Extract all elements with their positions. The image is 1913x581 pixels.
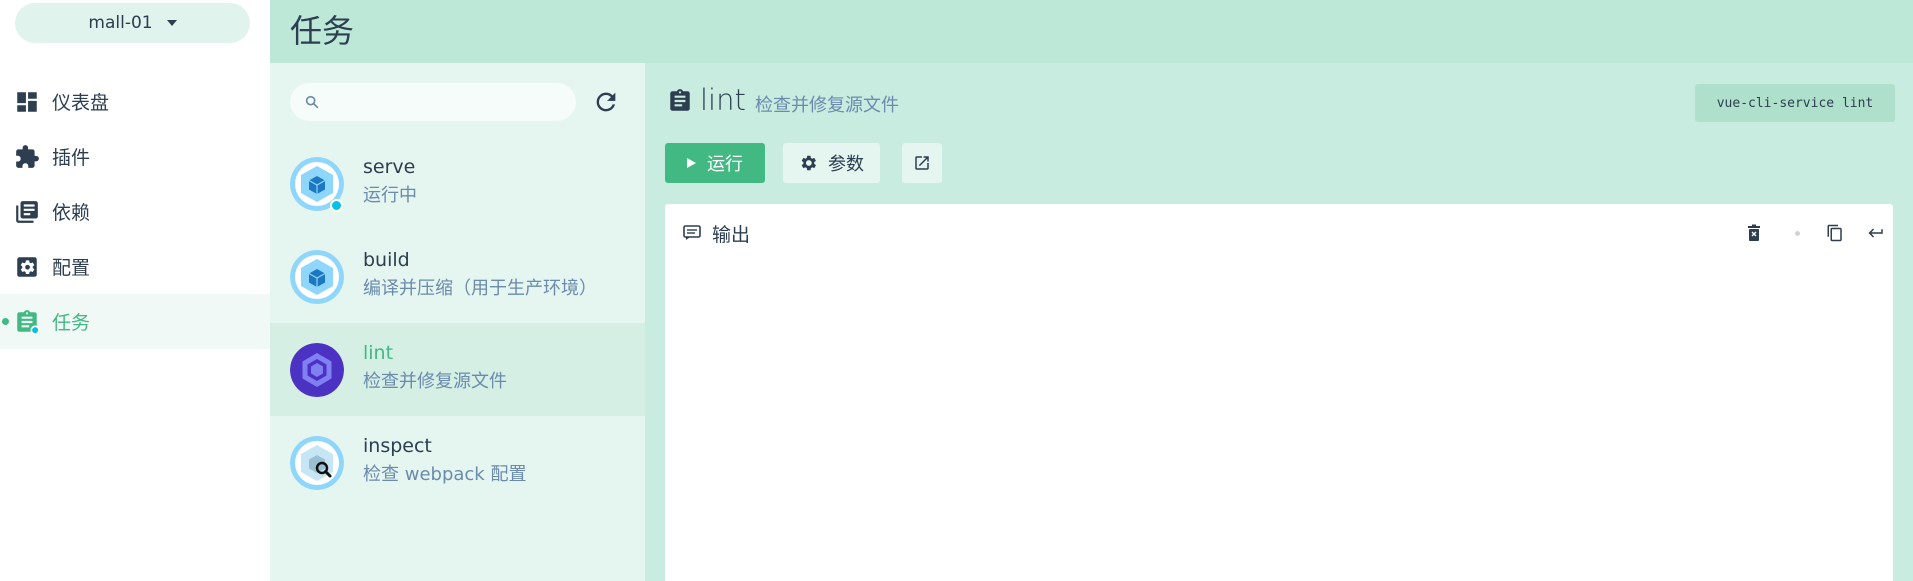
project-name: mall-01 xyxy=(88,13,153,33)
task-item-inspect[interactable]: inspect 检查 webpack 配置 xyxy=(270,416,645,509)
gear-icon xyxy=(801,155,816,171)
keyboard-return-icon xyxy=(1868,228,1883,238)
task-list-panel: serve 运行中 build 编译并压缩（用于生产环境） lint 检查并修复… xyxy=(270,63,645,581)
top-header: 任务 xyxy=(270,0,1913,63)
task-detail-panel: lint 检查并修复源文件 vue-cli-service lint 运行 参数… xyxy=(645,63,1913,581)
task-description: 检查 webpack 配置 xyxy=(363,464,527,485)
page-title: 任务 xyxy=(290,12,355,50)
task-name: serve xyxy=(363,156,416,178)
task-description: 运行中 xyxy=(363,185,417,206)
run-button[interactable]: 运行 xyxy=(665,143,765,183)
webpack-inspect-icon xyxy=(290,436,344,490)
active-indicator xyxy=(2,318,9,325)
task-command: vue-cli-service lint xyxy=(1695,84,1895,122)
nav-item-label: 任务 xyxy=(52,312,91,334)
task-name: inspect xyxy=(363,435,432,457)
task-item-lint[interactable]: lint 检查并修复源文件 xyxy=(270,323,645,416)
library-books-icon xyxy=(16,201,38,223)
copy-icon xyxy=(1827,224,1842,242)
task-description: 检查并修复源文件 xyxy=(363,371,507,392)
running-status-dot xyxy=(330,199,343,212)
wrap-lines-button[interactable] xyxy=(1861,218,1891,248)
nav-item-plugins[interactable]: 插件 xyxy=(0,129,270,184)
nav-item-tasks[interactable]: 任务 xyxy=(0,294,270,349)
search-icon xyxy=(305,95,319,109)
parameters-button-label: 参数 xyxy=(828,154,864,175)
parameters-button[interactable]: 参数 xyxy=(783,143,880,183)
left-navigation: mall-01 仪表盘 插件 依赖 配置 任务 xyxy=(0,0,270,581)
refresh-icon[interactable] xyxy=(592,88,620,116)
clear-output-button[interactable] xyxy=(1739,218,1769,248)
nav-item-label: 依赖 xyxy=(52,202,91,224)
nav-item-configuration[interactable]: 配置 xyxy=(0,239,270,294)
task-title: lint xyxy=(700,83,746,117)
chevron-down-icon xyxy=(166,20,177,26)
output-panel: 输出 xyxy=(665,204,1893,581)
message-text-icon xyxy=(683,225,701,240)
separator-dot xyxy=(1795,231,1800,236)
nav-item-dependencies[interactable]: 依赖 xyxy=(0,184,270,239)
puzzle-icon xyxy=(16,145,39,168)
open-in-new-icon xyxy=(915,156,929,170)
task-description: 编译并压缩（用于生产环境） xyxy=(363,278,597,299)
task-subtitle: 检查并修复源文件 xyxy=(755,95,899,116)
search-input[interactable] xyxy=(330,89,565,115)
task-item-build[interactable]: build 编译并压缩（用于生产环境） xyxy=(270,230,645,323)
eslint-icon xyxy=(290,343,344,397)
task-name: lint xyxy=(363,342,394,364)
open-external-button[interactable] xyxy=(902,143,942,183)
delete-sweep-icon xyxy=(1748,224,1760,241)
nav-item-label: 配置 xyxy=(52,257,91,279)
clipboard-icon xyxy=(17,310,40,335)
clipboard-icon xyxy=(670,89,690,111)
webpack-icon xyxy=(290,250,344,304)
dashboard-icon xyxy=(17,92,37,112)
copy-output-button[interactable] xyxy=(1820,218,1850,248)
output-title: 输出 xyxy=(712,224,751,246)
nav-item-label: 插件 xyxy=(52,147,91,169)
nav-item-dashboard[interactable]: 仪表盘 xyxy=(0,74,270,129)
task-item-serve[interactable]: serve 运行中 xyxy=(270,137,645,230)
play-icon xyxy=(687,158,696,168)
settings-box-icon xyxy=(17,257,37,277)
task-name: build xyxy=(363,249,410,271)
nav-item-label: 仪表盘 xyxy=(52,92,110,114)
search-box[interactable] xyxy=(290,83,576,121)
project-selector[interactable]: mall-01 xyxy=(15,3,250,43)
run-button-label: 运行 xyxy=(707,154,743,175)
